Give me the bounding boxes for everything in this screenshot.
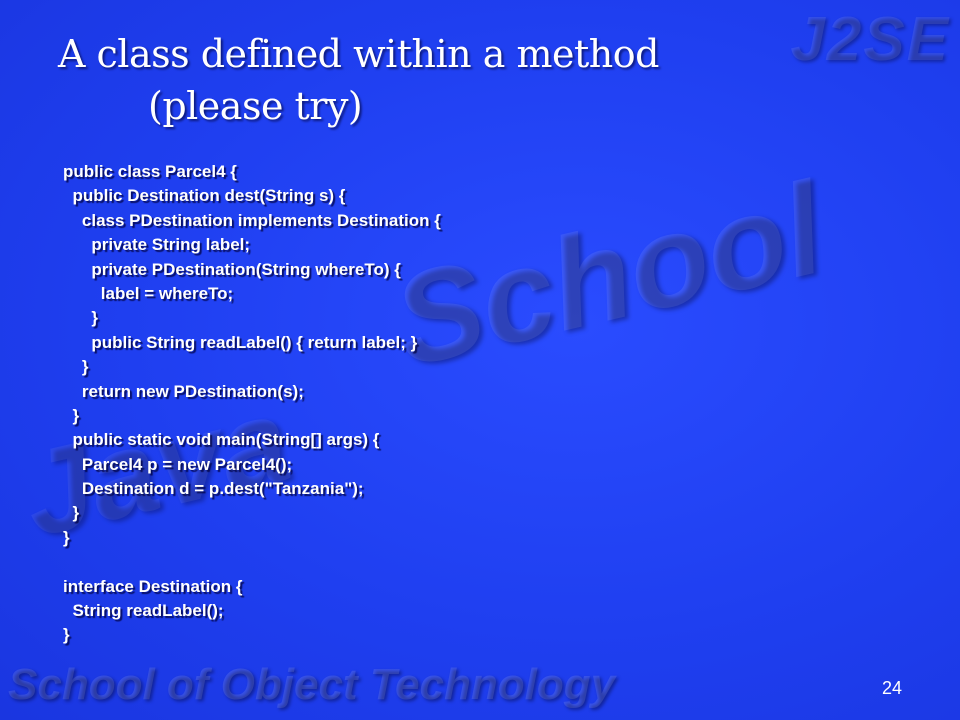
code-line: public class Parcel4 { <box>63 162 237 181</box>
code-line: public static void main(String[] args) { <box>63 430 380 450</box>
slide-title-line1: A class defined within a method <box>58 32 659 76</box>
code-line: class PDestination implements Destinatio… <box>63 210 441 230</box>
page-number: 24 <box>881 678 902 698</box>
code-line: public Destination dest(String s) { <box>63 186 346 206</box>
code-line: } <box>63 405 80 425</box>
code-line: return new PDestination(s); <box>63 381 304 401</box>
code-line: } <box>63 308 98 328</box>
code-line: private PDestination(String whereTo) { <box>63 259 401 279</box>
slide-title-line2: (please try) <box>148 84 363 128</box>
code-line: interface Destination { <box>63 576 243 596</box>
code-line: private String label; <box>63 235 251 255</box>
code-line: Destination d = p.dest("Tanzania"); <box>63 479 364 499</box>
code-line: } <box>63 625 70 645</box>
j2se-watermark-logo: J2SE <box>790 5 950 74</box>
slide-title: A class defined within a method (please … <box>58 28 778 132</box>
code-line: } <box>63 527 70 547</box>
code-line: String readLabel(); <box>63 601 224 621</box>
code-line: label = whereTo; <box>63 283 234 303</box>
code-line: } <box>63 357 89 377</box>
footer-watermark: School of Object Technology <box>8 660 616 709</box>
school-watermark: School <box>380 154 836 395</box>
code-line: } <box>63 503 80 523</box>
code-line: public String readLabel() { return label… <box>63 332 418 352</box>
slide: J2SE Java School School of Object Techno… <box>0 0 960 720</box>
code-line: Parcel4 p = new Parcel4(); <box>63 454 293 474</box>
code-block: public class Parcel4 { public Destinatio… <box>63 160 441 648</box>
